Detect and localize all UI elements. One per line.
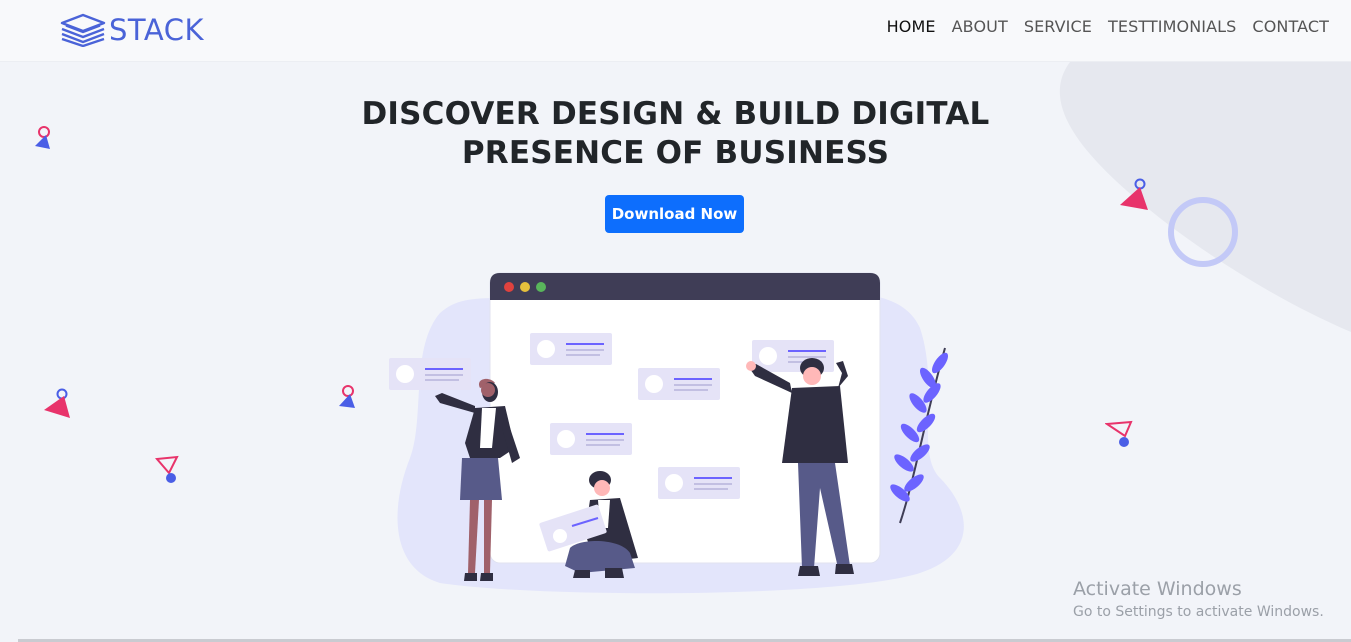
triangle-circle-decoration [44, 388, 70, 418]
team-building-website-illustration [389, 272, 964, 594]
hero-title-line1: DISCOVER DESIGN & BUILD DIGITAL [361, 96, 990, 132]
triangle-circle-decoration [339, 385, 355, 408]
stack-layers-icon [60, 13, 106, 47]
brand-logo[interactable]: STACK [60, 13, 204, 47]
nav-about[interactable]: ABOUT [952, 17, 1008, 36]
activate-windows-watermark: Activate Windows Go to Settings to activ… [1073, 578, 1324, 620]
triangle-circle-decoration [155, 455, 179, 483]
navbar: STACK HOME ABOUT SERVICE TESTTIMONIALS C… [0, 0, 1351, 62]
nav-testimonials[interactable]: TESTTIMONIALS [1108, 17, 1236, 36]
watermark-title: Activate Windows [1073, 578, 1242, 600]
nav-service[interactable]: SERVICE [1024, 17, 1092, 36]
watermark-subtitle: Go to Settings to activate Windows. [1073, 604, 1324, 620]
triangle-circle-decoration [1105, 420, 1133, 447]
brand-name: STACK [109, 13, 204, 47]
nav-home[interactable]: HOME [887, 17, 936, 36]
triangle-circle-decoration [1120, 178, 1148, 210]
ring-decoration [1168, 197, 1238, 267]
download-now-button[interactable]: Download Now [605, 195, 744, 233]
main-nav: HOME ABOUT SERVICE TESTTIMONIALS CONTACT [887, 17, 1329, 36]
nav-contact[interactable]: CONTACT [1252, 17, 1329, 36]
hero-title: DISCOVER DESIGN & BUILD DIGITAL PRESENCE… [0, 95, 1351, 173]
hero-title-line2: PRESENCE OF BUSINESS [461, 135, 890, 171]
